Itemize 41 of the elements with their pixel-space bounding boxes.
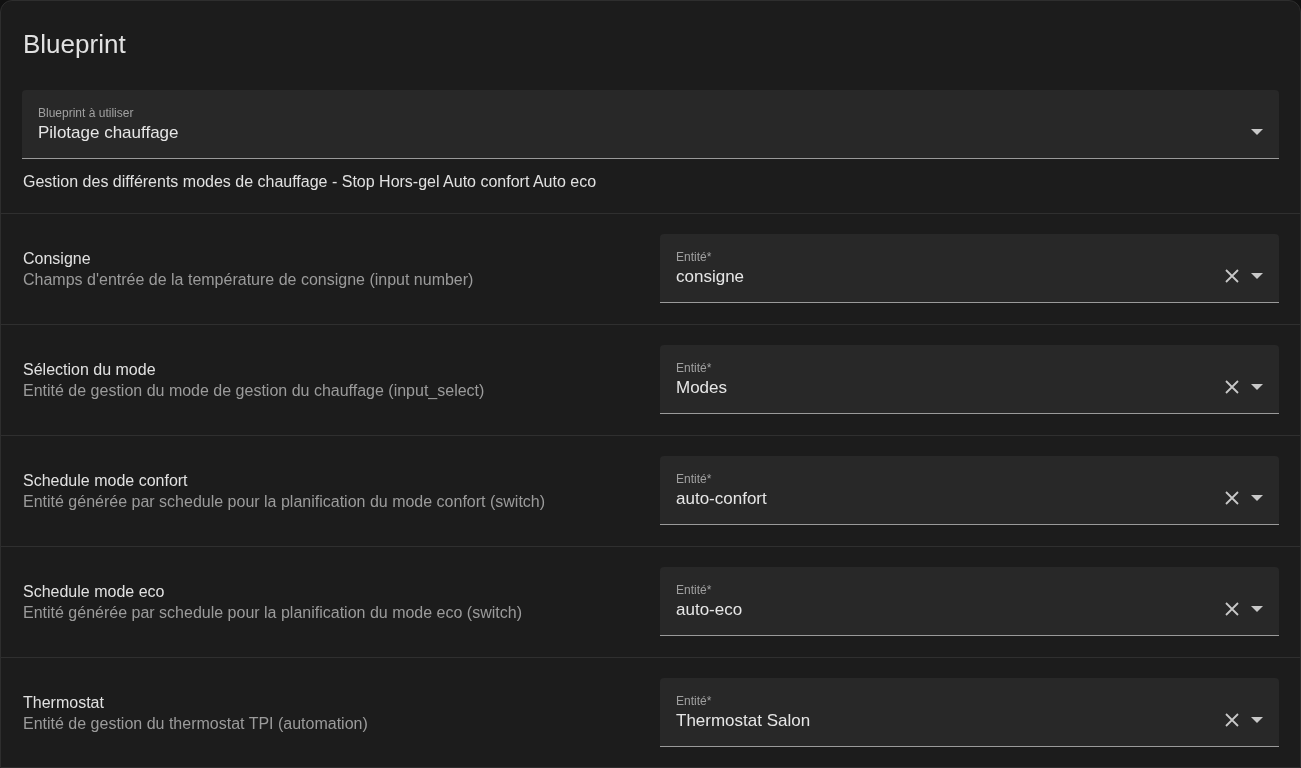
input-description: Entité générée par schedule pour la planification du mode confort (switch)	[23, 492, 547, 511]
input-name: Schedule mode eco	[23, 582, 166, 601]
entity-select[interactable]: Entité* consigne	[660, 234, 1279, 303]
input-description: Entité de gestion du thermostat TPI (automation)	[23, 714, 369, 733]
dropdown-caret-icon[interactable]	[1251, 383, 1263, 390]
input-name: Thermostat	[23, 693, 105, 712]
entity-select[interactable]: Entité* auto-eco	[660, 567, 1279, 636]
input-description: Entité de gestion du mode de gestion du chauffage (input_select)	[23, 381, 486, 400]
entity-select[interactable]: Entité* Thermostat Salon	[660, 678, 1279, 747]
dropdown-caret-icon[interactable]	[1251, 716, 1263, 723]
close-icon[interactable]	[1225, 490, 1239, 505]
field-label: Blueprint à utiliser	[38, 105, 135, 121]
blueprint-description: Gestion des différents modes de chauffage - Stop Hors-gel Auto confort Auto eco	[22, 172, 598, 192]
close-icon[interactable]	[1225, 379, 1239, 394]
input-description: Champs d'entrée de la température de consigne (input number)	[23, 270, 475, 289]
entity-select[interactable]: Entité* auto-confort	[660, 456, 1279, 525]
field-label: Entité*	[676, 360, 713, 376]
close-icon[interactable]	[1225, 601, 1239, 616]
dropdown-caret-icon[interactable]	[1251, 128, 1263, 135]
dropdown-caret-icon[interactable]	[1251, 272, 1263, 279]
field-value: Thermostat Salon	[676, 710, 812, 732]
field-value: Modes	[676, 377, 729, 399]
field-label: Entité*	[676, 471, 713, 487]
dropdown-caret-icon[interactable]	[1251, 494, 1263, 501]
field-value: Pilotage chauffage	[38, 122, 180, 144]
field-label: Entité*	[676, 582, 713, 598]
card-title: Blueprint	[22, 28, 127, 60]
field-value: consigne	[676, 266, 746, 288]
input-name: Sélection du mode	[23, 360, 157, 379]
input-name: Schedule mode confort	[23, 471, 189, 490]
field-value: auto-eco	[676, 599, 744, 621]
entity-select[interactable]: Entité* Modes	[660, 345, 1279, 414]
input-description: Entité générée par schedule pour la planification du mode eco (switch)	[23, 603, 523, 622]
close-icon[interactable]	[1225, 268, 1239, 283]
close-icon[interactable]	[1225, 712, 1239, 727]
field-label: Entité*	[676, 693, 713, 709]
field-label: Entité*	[676, 249, 713, 265]
field-value: auto-confort	[676, 488, 768, 510]
blueprint-select[interactable]: Blueprint à utiliser Pilotage chauffage	[22, 90, 1279, 159]
dropdown-caret-icon[interactable]	[1251, 605, 1263, 612]
input-name: Consigne	[23, 249, 92, 268]
